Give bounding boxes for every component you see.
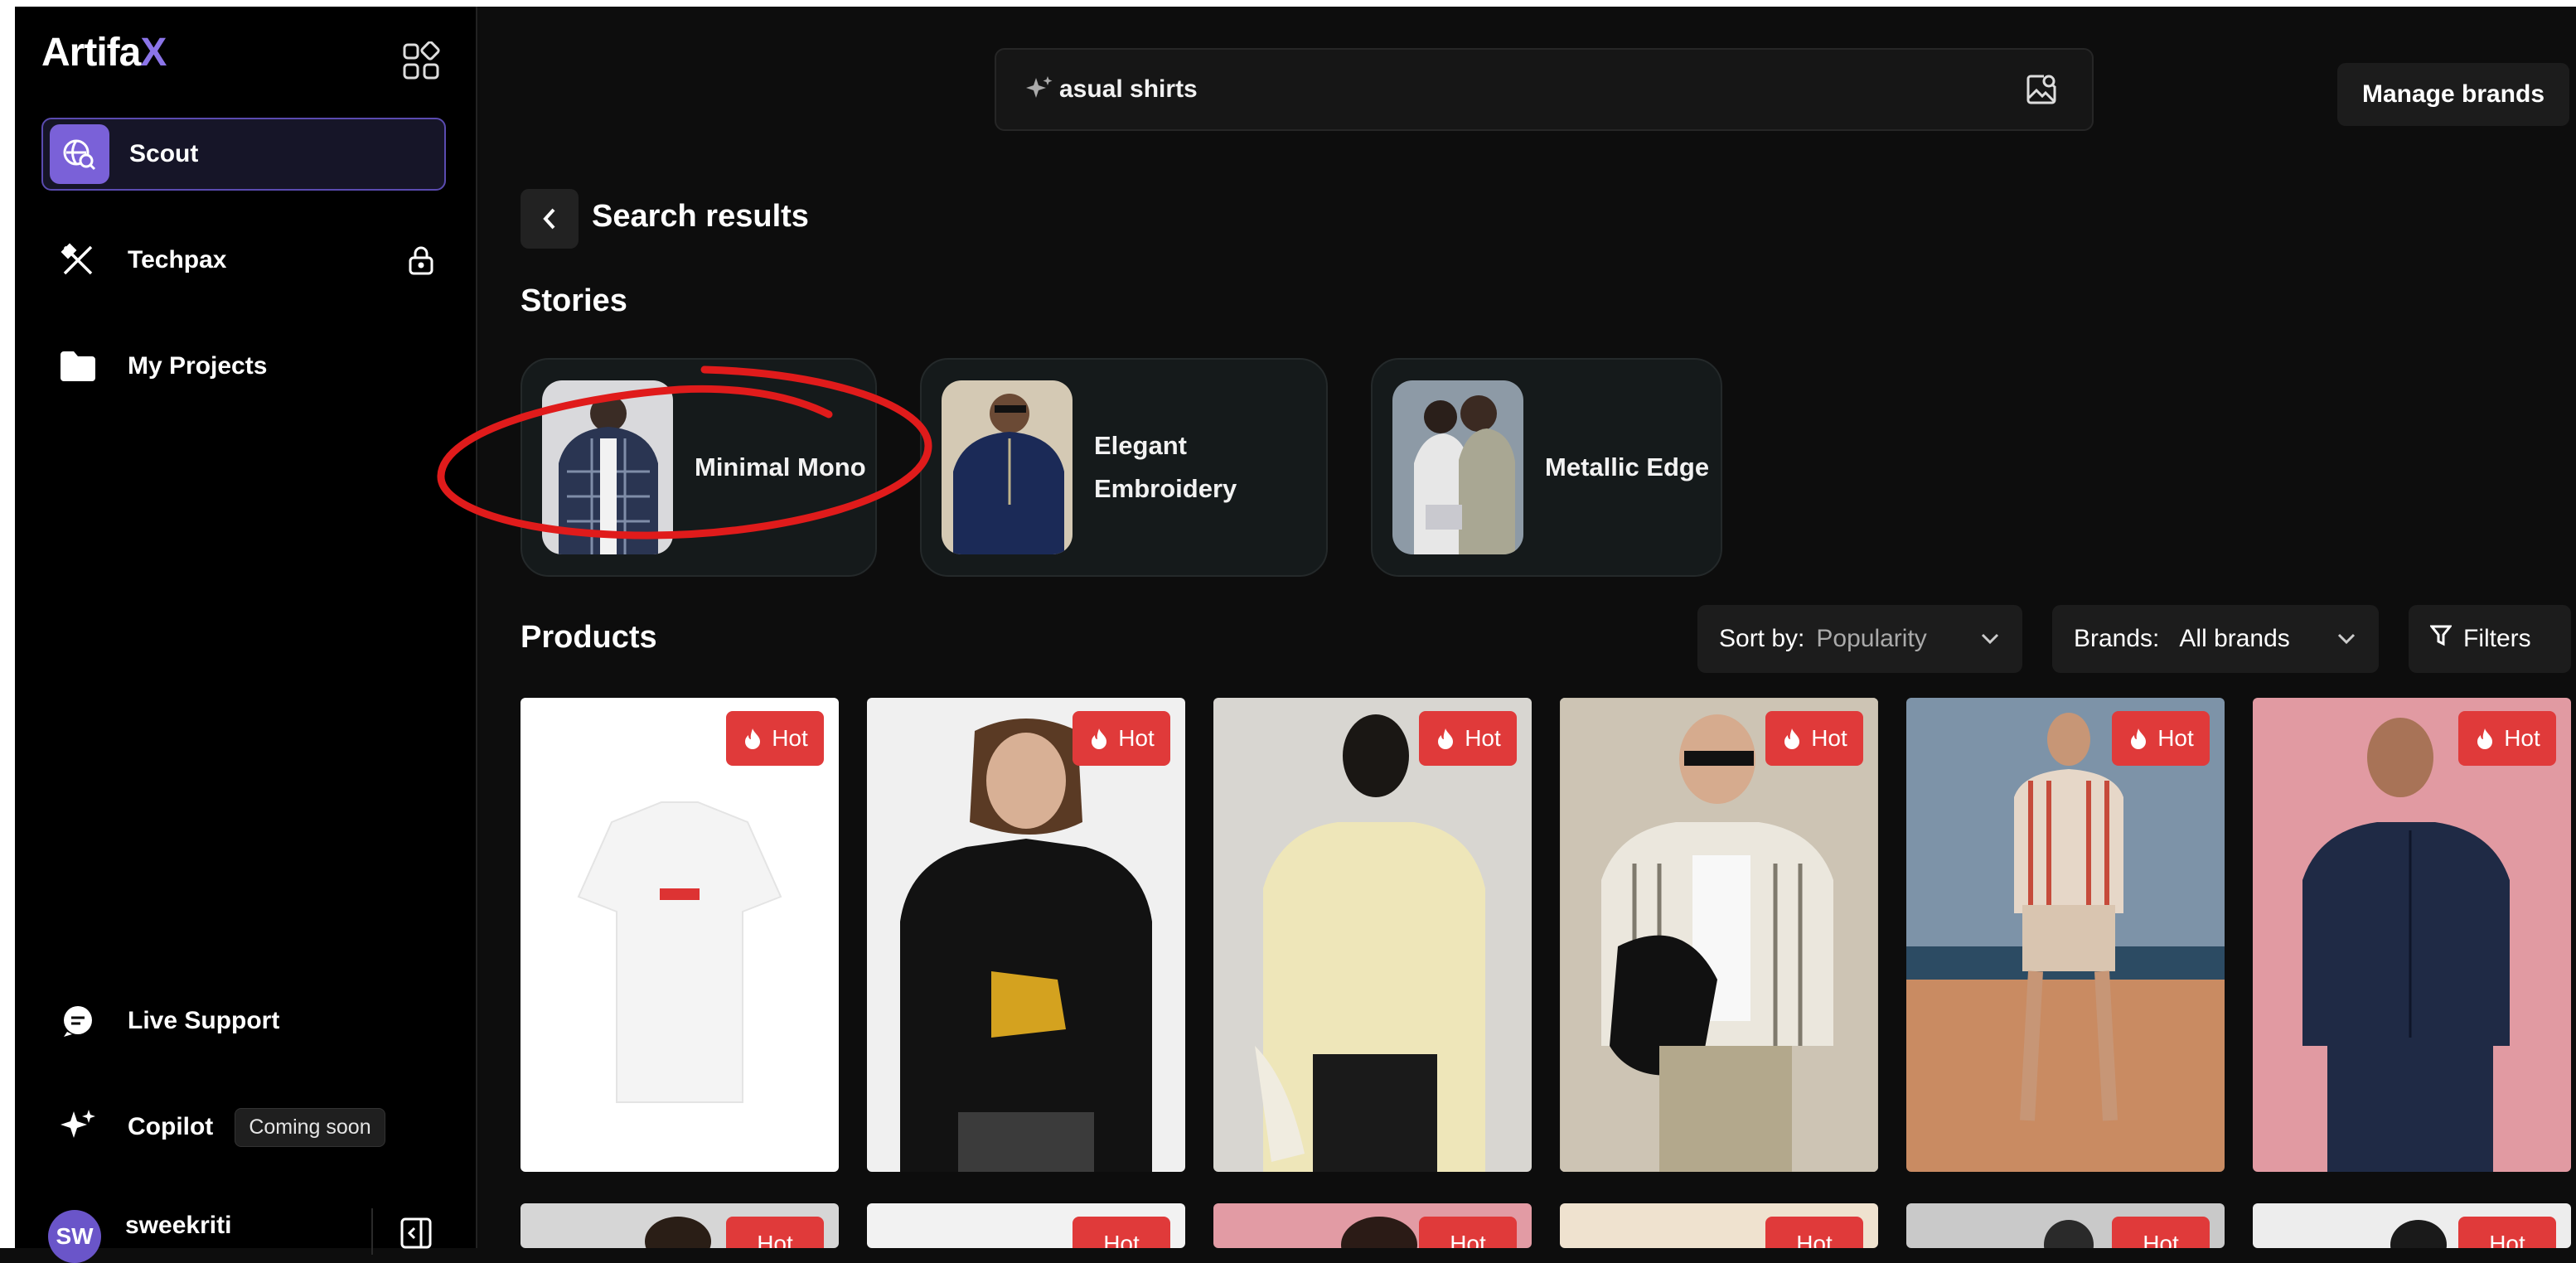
ai-sparkle-icon [1026, 75, 1053, 105]
copilot-label: Copilot [128, 1113, 214, 1140]
product-card[interactable]: Hot [1560, 698, 1878, 1172]
tools-icon [48, 230, 108, 290]
search-bar[interactable]: asual shirts [995, 48, 2094, 131]
hot-badge: Hot [1073, 1217, 1170, 1248]
product-image [2253, 698, 2571, 1172]
product-card[interactable]: Hot [521, 698, 839, 1172]
avatar[interactable]: SW [48, 1210, 101, 1263]
story-title: Metallic Edge [1545, 452, 1710, 481]
sidebar-item-label: Scout [129, 140, 199, 167]
flame-icon [1784, 728, 1800, 749]
product-card[interactable]: Hot [1906, 698, 2225, 1172]
stories-heading: Stories [521, 283, 627, 318]
page-title: Search results [592, 199, 809, 234]
product-card[interactable]: Hot [1906, 1203, 2225, 1248]
hot-badge: Hot [2458, 1217, 2556, 1248]
product-card[interactable]: Hot [521, 1203, 839, 1248]
flame-icon [2131, 728, 2147, 749]
brands-label: Brands: [2074, 625, 2160, 652]
product-card[interactable]: Hot [1213, 1203, 1532, 1248]
folder-icon [48, 336, 108, 396]
sidebar-item-label: My Projects [128, 352, 268, 380]
products-heading: Products [521, 620, 657, 655]
hot-badge: Hot [1073, 711, 1170, 766]
hot-badge: Hot [1419, 1217, 1517, 1248]
hot-badge: Hot [2112, 711, 2210, 766]
product-card[interactable]: Hot [1213, 698, 1532, 1172]
product-image [867, 698, 1185, 1172]
product-image [521, 698, 839, 1172]
collapse-sidebar-icon[interactable] [399, 1217, 433, 1254]
app-logo[interactable]: ArtifaX [41, 30, 167, 75]
chat-icon [48, 991, 108, 1051]
chevron-down-icon [2336, 628, 2357, 656]
apps-grid-icon[interactable] [401, 41, 441, 81]
story-card-minimal-mono[interactable]: Minimal Mono [521, 358, 877, 577]
flame-icon [1438, 728, 1454, 749]
story-card-metallic-edge[interactable]: Metallic Edge [1371, 358, 1722, 577]
story-card-elegant-embroidery[interactable]: Elegant Embroidery [920, 358, 1328, 577]
product-image [1906, 698, 2225, 1172]
product-image [1213, 698, 1532, 1172]
manage-brands-button[interactable]: Manage brands [2337, 63, 2569, 126]
hot-badge: Hot [1419, 711, 1517, 766]
flame-icon [2477, 728, 2493, 749]
hot-badge: Hot [1765, 711, 1863, 766]
sparkle-icon [48, 1097, 108, 1157]
story-title: Elegant Embroidery [1094, 431, 1237, 503]
sidebar-item-scout[interactable]: Scout [41, 118, 446, 191]
image-search-icon[interactable] [2026, 73, 2057, 110]
flame-icon [745, 728, 761, 749]
sidebar-item-label: Techpax [128, 246, 227, 273]
sort-dropdown[interactable]: Sort by: Popularity [1697, 605, 2022, 673]
flame-icon [1092, 728, 1107, 749]
search-input[interactable]: asual shirts [1059, 75, 1198, 104]
globe-search-icon [50, 124, 109, 184]
brands-value: All brands [2179, 625, 2290, 652]
sidebar-item-my-projects[interactable]: My Projects [41, 330, 446, 403]
product-image [1560, 698, 1878, 1172]
story-title: Minimal Mono [695, 452, 866, 481]
lock-icon [408, 245, 434, 279]
username: sweekriti [125, 1212, 232, 1239]
hot-badge: Hot [1765, 1217, 1863, 1248]
chevron-down-icon [1979, 628, 2001, 656]
back-button[interactable] [521, 189, 579, 249]
filter-icon [2428, 624, 2453, 654]
top-border [0, 0, 2576, 7]
filters-button[interactable]: Filters [2409, 605, 2571, 673]
story-thumbnail [1392, 380, 1523, 554]
hot-badge: Hot [726, 711, 824, 766]
product-card[interactable]: Hot [2253, 698, 2571, 1172]
brands-dropdown[interactable]: Brands: All brands [2052, 605, 2379, 673]
product-card[interactable]: Hot [1560, 1203, 1878, 1248]
story-thumbnail [542, 380, 673, 554]
live-support-button[interactable]: Live Support [41, 985, 446, 1057]
hot-badge: Hot [726, 1217, 824, 1248]
copilot-button[interactable]: Copilot Coming soon [41, 1091, 446, 1164]
hot-badge: Hot [2112, 1217, 2210, 1248]
product-card[interactable]: Hot [867, 1203, 1185, 1248]
coming-soon-badge: Coming soon [235, 1107, 385, 1147]
product-card[interactable]: Hot [867, 698, 1185, 1172]
sidebar: ArtifaX Scout Techpax My Projects Live S… [15, 7, 477, 1263]
story-thumbnail [942, 380, 1073, 554]
sort-label: Sort by: [1719, 625, 1805, 652]
filters-label: Filters [2463, 625, 2531, 652]
sidebar-item-techpax[interactable]: Techpax [41, 224, 446, 297]
sort-value: Popularity [1816, 625, 1927, 652]
hot-badge: Hot [2458, 711, 2556, 766]
product-card[interactable]: Hot [2253, 1203, 2571, 1248]
left-border [0, 0, 15, 1248]
live-support-label: Live Support [128, 1007, 280, 1034]
